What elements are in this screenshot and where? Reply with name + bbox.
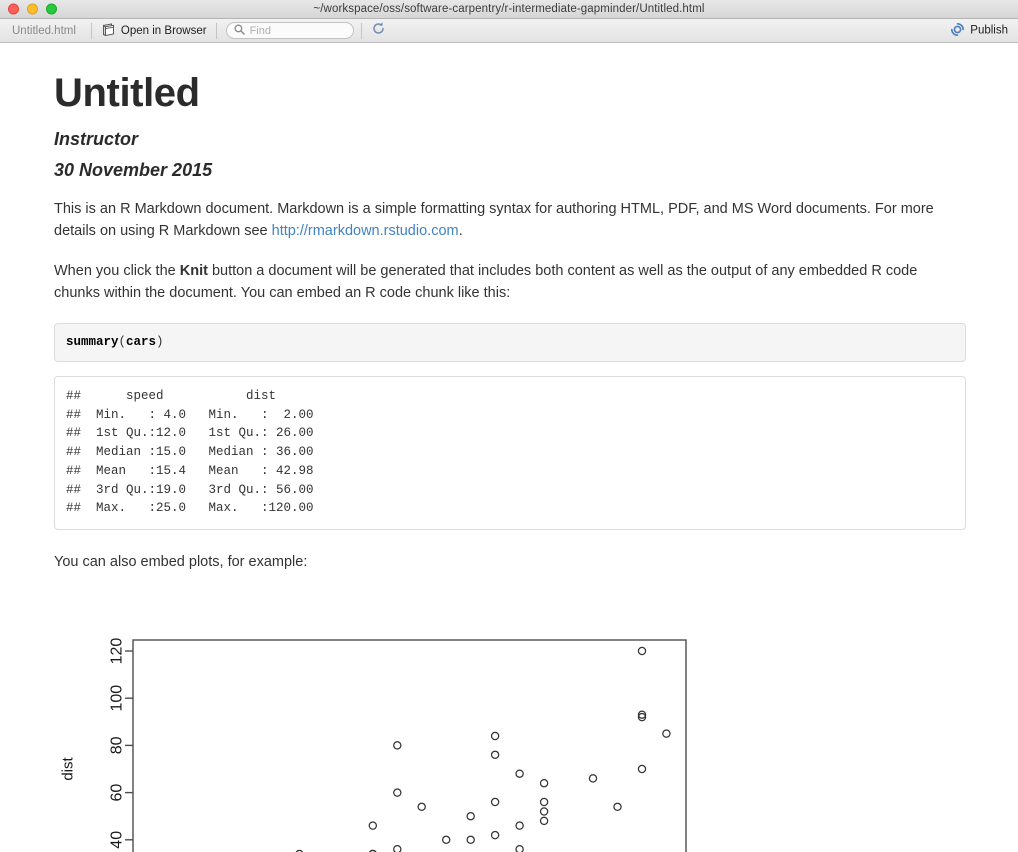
close-window-button[interactable]	[8, 3, 19, 15]
code-argument: cars	[126, 335, 157, 349]
scatter-point	[417, 803, 426, 812]
browser-window-icon	[101, 22, 116, 39]
scatter-point	[637, 765, 647, 774]
plots-paragraph: You can also embed plots, for example:	[54, 554, 308, 570]
scatter-point	[515, 769, 524, 779]
publish-label: Publish	[970, 24, 1008, 37]
window-titlebar: ~/workspace/oss/software-carpentry/r-int…	[0, 0, 1018, 19]
window-title: ~/workspace/oss/software-carpentry/r-int…	[313, 3, 705, 15]
page-title: Untitled	[54, 71, 200, 115]
find-field[interactable]	[225, 22, 354, 40]
scatter-point	[466, 812, 475, 821]
intro-paragraph-tail: .	[458, 222, 463, 239]
y-axis-tick-label: 80	[109, 737, 126, 755]
find-input[interactable]	[249, 24, 346, 37]
scatter-point	[490, 831, 500, 840]
scatter-point	[393, 741, 402, 751]
scatter-point	[515, 845, 524, 852]
refresh-button[interactable]	[371, 21, 386, 41]
scatter-point	[539, 807, 549, 817]
rendered-document: Untitled Instructor 30 November 2015 Thi…	[0, 43, 1018, 852]
plot-figure: 20406080100120dist	[54, 607, 966, 852]
scatter-point	[490, 798, 500, 807]
open-in-browser-button[interactable]: Open in Browser	[99, 22, 209, 40]
scatter-point	[490, 751, 500, 760]
scatter-point	[613, 803, 622, 812]
scatter-point	[539, 798, 549, 807]
code-paren-open: (	[118, 335, 127, 349]
code-function-name: summary	[66, 335, 119, 349]
toolbar-divider-3	[360, 22, 362, 39]
scatter-point	[393, 845, 402, 852]
scatter-point	[368, 821, 378, 831]
y-axis-tick-label: 60	[109, 784, 126, 802]
intro-paragraph: This is an R Markdown document. Markdown…	[54, 199, 966, 242]
search-icon	[234, 22, 245, 40]
document-author: Instructor	[54, 129, 139, 149]
scatter-point	[393, 788, 402, 798]
cars-scatter-plot: 20406080100120dist	[60, 638, 687, 852]
plot-frame	[132, 639, 687, 852]
scatter-point	[539, 779, 549, 788]
minimize-window-button[interactable]	[27, 3, 38, 15]
toolbar-divider	[90, 22, 92, 39]
refresh-icon	[371, 21, 386, 41]
scatter-point	[490, 732, 500, 741]
knit-paragraph-lead: When you click the	[54, 263, 180, 280]
scatter-point	[637, 647, 647, 656]
y-axis-tick-label: 100	[109, 685, 126, 712]
scatter-point	[441, 836, 451, 845]
scatter-point	[588, 774, 598, 784]
scatter-point	[515, 821, 524, 831]
rmarkdown-link[interactable]: http://rmarkdown.rstudio.com	[272, 223, 459, 239]
intro-paragraph-text: This is an R Markdown document. Markdown…	[54, 201, 934, 239]
y-axis-tick-label: 120	[109, 638, 126, 665]
open-in-browser-label: Open in Browser	[120, 24, 207, 37]
output-chunk-summary: ## speed dist ## Min. : 4.0 Min. : 2.00 …	[54, 375, 966, 530]
code-paren-close: )	[156, 335, 164, 349]
scatter-point	[539, 817, 549, 826]
publish-icon	[950, 22, 965, 39]
current-filename-label: Untitled.html	[12, 24, 76, 37]
document-date: 30 November 2015	[54, 159, 213, 180]
window-controls	[8, 3, 57, 15]
scatter-point	[466, 836, 475, 845]
scatter-point	[662, 729, 671, 739]
publish-button[interactable]: Publish	[950, 22, 1008, 39]
toolbar-divider-2	[215, 22, 217, 39]
knit-bold-word: Knit	[179, 263, 208, 280]
code-chunk-summary-cars: summary(cars)	[54, 323, 966, 362]
preview-toolbar: Untitled.html Open in Browser Find Publi…	[0, 19, 1018, 43]
y-axis-tick-label: 40	[109, 831, 126, 849]
knit-paragraph: When you click the Knit button a documen…	[54, 261, 966, 304]
y-axis-title: dist	[60, 757, 77, 781]
zoom-window-button[interactable]	[46, 3, 57, 15]
